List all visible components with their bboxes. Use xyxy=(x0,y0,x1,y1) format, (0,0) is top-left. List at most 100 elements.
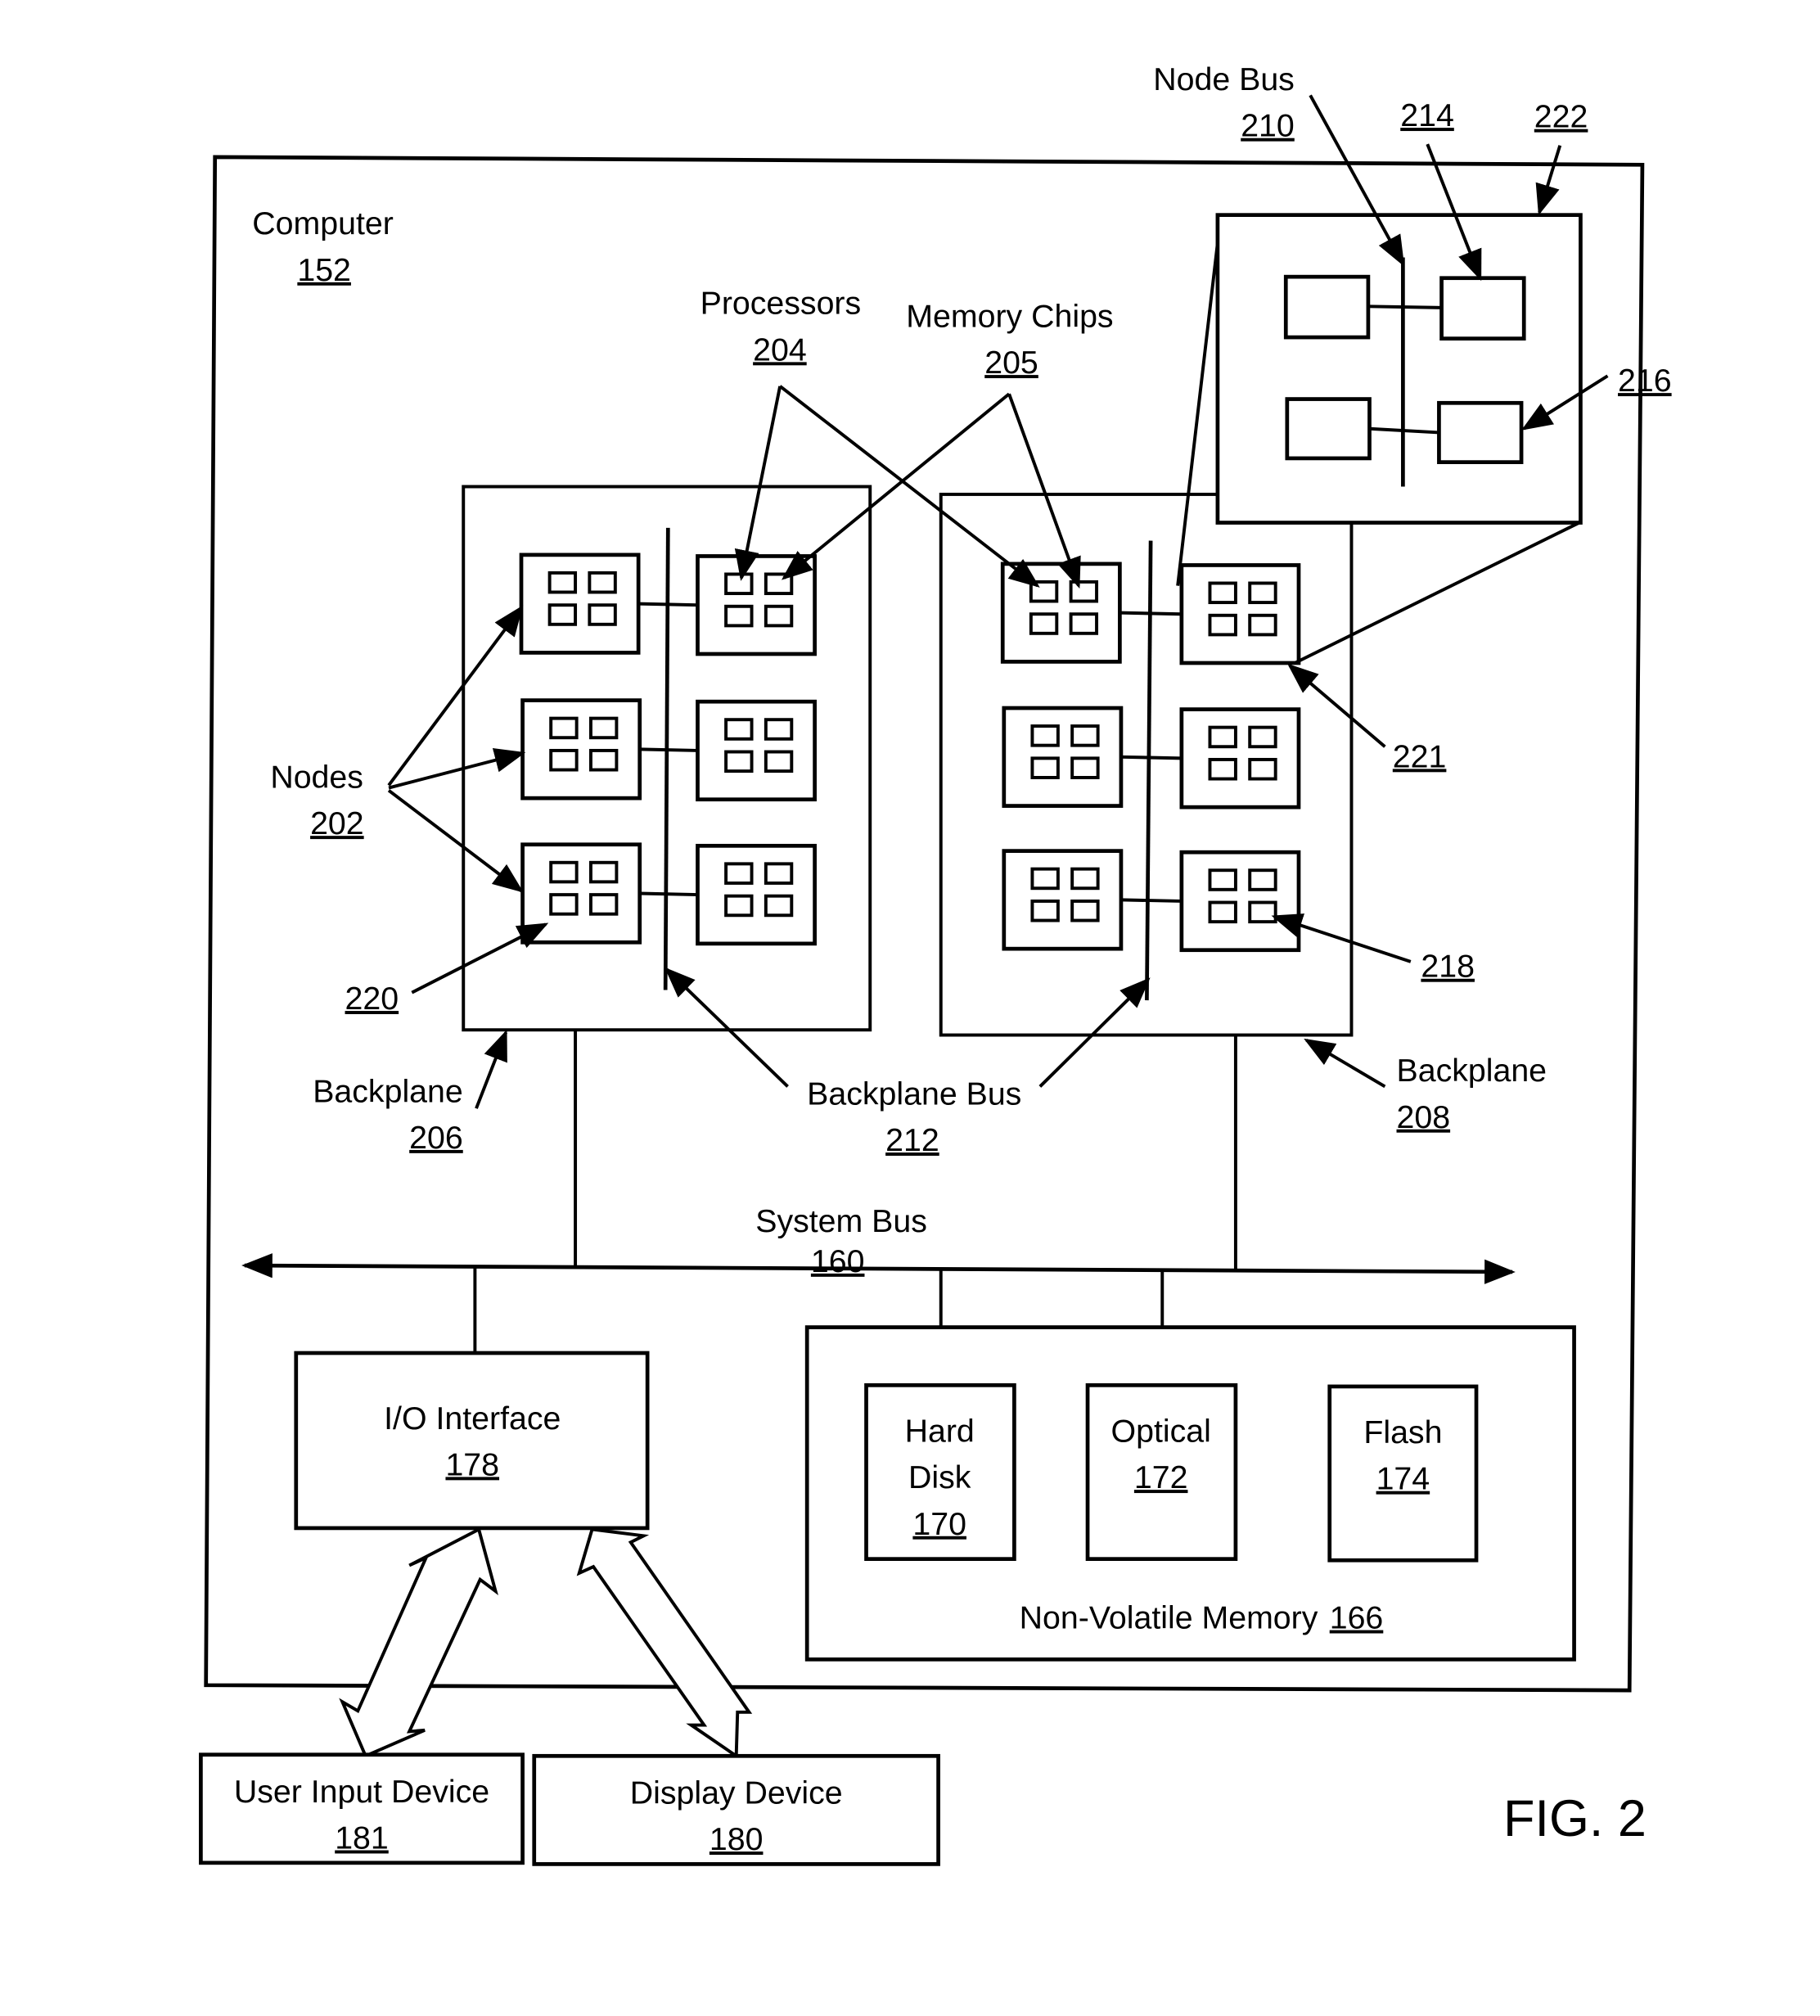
ref-216: 216 xyxy=(1618,363,1672,399)
chip xyxy=(588,571,617,594)
memory-chips-ref: 205 xyxy=(984,345,1038,381)
ref-220: 220 xyxy=(345,981,399,1017)
chip xyxy=(764,604,794,628)
node-detail-chip-tl xyxy=(1283,274,1371,340)
ref-221: 221 xyxy=(1393,738,1447,774)
io-interface-label: I/O Interface xyxy=(384,1400,561,1436)
flash-label: Flash xyxy=(1363,1414,1442,1450)
computer-label: Computer xyxy=(252,205,394,241)
optical-label: Optical xyxy=(1111,1414,1211,1450)
node-box xyxy=(1002,849,1124,951)
display-device-label: Display Device xyxy=(630,1775,843,1811)
nvm-ref: 166 xyxy=(1330,1600,1384,1636)
node-link xyxy=(1120,755,1182,760)
memory-chips-label: Memory Chips xyxy=(906,298,1113,334)
ref-214: 214 xyxy=(1400,97,1454,133)
node-box xyxy=(696,554,817,656)
chip xyxy=(764,862,794,885)
user-input-device-ref: 181 xyxy=(335,1820,389,1856)
node-right-2 xyxy=(1002,849,1124,951)
chip xyxy=(724,894,754,918)
node-link xyxy=(1120,898,1182,903)
backplane-left-ref: 206 xyxy=(409,1120,463,1156)
chip xyxy=(549,716,579,740)
node-box xyxy=(1002,706,1124,808)
backplane-right-ref: 208 xyxy=(1397,1099,1451,1135)
node-box xyxy=(1000,562,1122,664)
node-right-r-0 xyxy=(1179,563,1301,665)
node-detail-box xyxy=(1215,213,1583,525)
chip xyxy=(1248,868,1277,891)
chip xyxy=(588,860,619,884)
node-detail-chip-tr xyxy=(1439,276,1526,341)
chip xyxy=(724,750,754,773)
node-left-r-1 xyxy=(696,699,817,802)
computer-ref: 152 xyxy=(297,252,351,288)
chip xyxy=(1248,757,1277,781)
node-detail-link-top xyxy=(1367,304,1442,309)
backplane-bus-ref: 212 xyxy=(885,1122,939,1158)
chip xyxy=(1248,581,1277,605)
nvm-label: Non-Volatile Memory xyxy=(1020,1600,1318,1636)
node-bus-ref: 210 xyxy=(1241,108,1295,144)
chip xyxy=(547,603,578,626)
processors-label: Processors xyxy=(701,286,862,322)
chip xyxy=(724,862,754,885)
chip xyxy=(724,572,754,596)
chip xyxy=(764,572,794,596)
backplane-right-label: Backplane xyxy=(1397,1053,1547,1089)
node-right-r-1 xyxy=(1179,707,1301,810)
node-right-1 xyxy=(1002,706,1124,808)
hard-disk-label-2: Disk xyxy=(908,1459,971,1495)
chip xyxy=(724,718,754,741)
node-right-0 xyxy=(1000,562,1122,664)
node-right-r-2 xyxy=(1179,850,1301,953)
chip xyxy=(588,716,619,740)
node-link xyxy=(639,891,698,897)
figure-label: FIG. 2 xyxy=(1503,1790,1647,1847)
chip xyxy=(1029,612,1059,635)
ref-222: 222 xyxy=(1534,99,1588,135)
chip xyxy=(764,718,794,741)
chip xyxy=(1070,867,1100,891)
node-left-r-0 xyxy=(696,554,817,656)
optical-ref: 172 xyxy=(1134,1459,1188,1495)
chip xyxy=(1070,756,1100,779)
chip xyxy=(549,893,579,916)
chip xyxy=(1030,867,1060,891)
chip xyxy=(1030,756,1060,779)
node-detail-chip-br xyxy=(1437,400,1524,464)
chip xyxy=(1248,725,1277,749)
node-left-0 xyxy=(519,552,641,655)
node-box xyxy=(696,699,817,802)
chip xyxy=(1208,757,1237,781)
backplane-bus-label: Backplane Bus xyxy=(807,1076,1021,1112)
user-input-device-label: User Input Device xyxy=(234,1774,489,1810)
chip xyxy=(1208,613,1237,637)
system-bus-label: System Bus xyxy=(755,1203,927,1239)
io-interface-ref: 178 xyxy=(445,1446,499,1482)
node-box xyxy=(696,843,817,946)
chip xyxy=(1070,724,1100,747)
chip xyxy=(1030,899,1060,922)
system-bus-ref: 160 xyxy=(811,1243,865,1279)
node-box xyxy=(1179,850,1301,953)
chip xyxy=(588,603,617,626)
chip xyxy=(1030,724,1060,747)
chip xyxy=(724,604,754,628)
node-box xyxy=(1179,563,1301,665)
chip xyxy=(1208,581,1237,605)
node-link xyxy=(1119,611,1182,616)
flash-ref: 174 xyxy=(1376,1461,1430,1497)
node-box xyxy=(520,698,642,801)
chip xyxy=(1248,613,1277,637)
chip xyxy=(1069,580,1099,603)
node-left-1 xyxy=(520,698,642,801)
node-box xyxy=(1179,707,1301,810)
chip xyxy=(764,894,794,918)
chip xyxy=(1208,868,1237,891)
node-box xyxy=(519,552,641,655)
ref-218: 218 xyxy=(1421,949,1475,985)
backplane-bus-left xyxy=(663,527,670,990)
nodes-label: Nodes xyxy=(270,760,363,796)
